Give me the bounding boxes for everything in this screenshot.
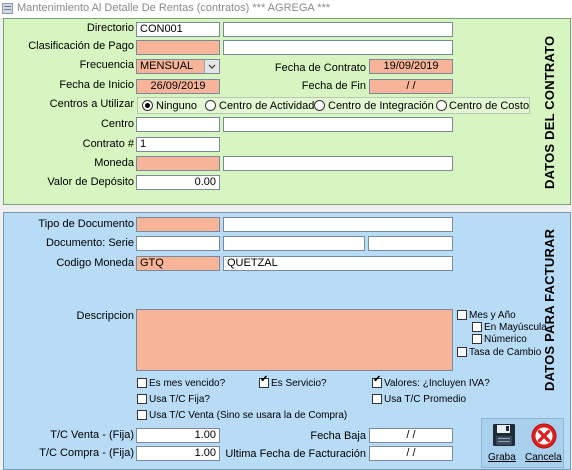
tc-venta-label: T/C Venta - (Fija) bbox=[50, 429, 134, 441]
tipo-documento-name-input[interactable] bbox=[223, 217, 453, 232]
es-servicio-checkbox[interactable]: ✔ bbox=[259, 374, 269, 388]
valor-deposito-label: Valor de Depósito bbox=[47, 176, 134, 188]
moneda-code-input[interactable] bbox=[136, 156, 220, 171]
en-mayuscula-label: En Mayúscula bbox=[484, 322, 547, 333]
valor-deposito-input[interactable]: 0.00 bbox=[136, 175, 220, 190]
cancela-label: Cancela bbox=[525, 452, 562, 463]
directorio-name-input[interactable] bbox=[223, 22, 453, 37]
centro-code-input[interactable] bbox=[136, 117, 220, 132]
contrato-section-title: DATOS DEL CONTRATO bbox=[542, 35, 557, 189]
moneda-nombre-input[interactable]: QUETZAL bbox=[223, 256, 453, 271]
tasa-cambio-checkbox[interactable] bbox=[457, 347, 467, 357]
fecha-baja-label: Fecha Baja bbox=[310, 430, 366, 442]
codigo-moneda-label: Codigo Moneda bbox=[56, 257, 134, 269]
fecha-fin-input[interactable]: / / bbox=[369, 79, 453, 94]
ultima-fecha-facturacion-input[interactable]: / / bbox=[369, 446, 453, 461]
clasificacion-label: Clasificación de Pago bbox=[28, 40, 134, 52]
tipo-documento-code-input[interactable] bbox=[136, 217, 220, 232]
window-title: Mantenimiento Al Detalle De Rentas (cont… bbox=[17, 2, 331, 14]
directorio-label: Directorio bbox=[86, 22, 134, 34]
contrato-num-input[interactable]: 1 bbox=[136, 137, 220, 152]
graba-label: Graba bbox=[488, 452, 516, 463]
descripcion-textarea[interactable] bbox=[136, 309, 453, 371]
fecha-inicio-label: Fecha de Inicio bbox=[59, 79, 134, 91]
centro-name-input[interactable] bbox=[223, 117, 453, 132]
codigo-moneda-input[interactable]: GTQ bbox=[136, 256, 220, 271]
es-servicio-label: Es Servicio? bbox=[271, 378, 327, 389]
ultima-fecha-facturacion-label: Ultima Fecha de Facturación bbox=[225, 448, 366, 460]
usa-tc-fija-checkbox[interactable] bbox=[137, 394, 147, 404]
clasificacion-name-input[interactable] bbox=[223, 40, 453, 55]
app-icon bbox=[2, 3, 13, 14]
clasificacion-code-input[interactable] bbox=[136, 40, 220, 55]
action-buttons: Graba Cancela bbox=[481, 418, 564, 468]
numerico-label: Númerico bbox=[484, 334, 527, 345]
cancel-x-icon bbox=[531, 423, 557, 449]
tipo-documento-label: Tipo de Documento bbox=[38, 218, 134, 230]
usa-tc-fija-label: Usa T/C Fija? bbox=[149, 394, 210, 405]
tc-compra-input[interactable]: 1.00 bbox=[136, 446, 220, 461]
tc-compra-label: T/C Compra - (Fija) bbox=[39, 447, 134, 459]
fecha-contrato-label: Fecha de Contrato bbox=[274, 62, 366, 74]
usa-tc-venta-label: Usa T/C Venta (Sino se usara la de Compr… bbox=[149, 410, 348, 421]
checkmark-icon: ✔ bbox=[260, 374, 269, 385]
tasa-cambio-label: Tasa de Cambio bbox=[469, 347, 542, 358]
radio-centro-costo-label[interactable]: Centro de Costo bbox=[449, 100, 529, 112]
frecuencia-select[interactable]: MENSUAL bbox=[136, 59, 220, 74]
radio-centro-integracion-label[interactable]: Centro de Integración bbox=[328, 100, 434, 112]
chevron-down-icon[interactable] bbox=[204, 60, 219, 73]
cancela-button[interactable]: Cancela bbox=[524, 421, 562, 465]
facturar-section-title: DATOS PARA FACTURAR bbox=[542, 228, 557, 391]
documento-numero-input[interactable] bbox=[368, 236, 453, 251]
directorio-code-input[interactable]: CON001 bbox=[136, 22, 220, 37]
contrato-panel: DATOS DEL CONTRATO Directorio CON001 Cla… bbox=[3, 18, 571, 205]
frecuencia-label: Frecuencia bbox=[79, 59, 134, 71]
frecuencia-value: MENSUAL bbox=[140, 60, 194, 72]
es-mes-vencido-checkbox[interactable] bbox=[137, 378, 147, 388]
valores-iva-label: Valores: ¿Incluyen IVA? bbox=[384, 378, 490, 389]
centro-label: Centro bbox=[100, 118, 134, 130]
radio-ninguno[interactable] bbox=[142, 100, 153, 111]
usa-tc-promedio-label: Usa T/C Promedio bbox=[384, 394, 467, 405]
fecha-fin-label: Fecha de Fin bbox=[301, 80, 366, 92]
mes-anio-checkbox[interactable] bbox=[457, 310, 467, 320]
fecha-inicio-input[interactable]: 26/09/2019 bbox=[136, 79, 220, 94]
documento-serie-input[interactable] bbox=[136, 236, 220, 251]
fecha-contrato-input[interactable]: 19/09/2019 bbox=[369, 59, 453, 74]
es-mes-vencido-label: Es mes vencido? bbox=[149, 378, 226, 389]
radio-centro-actividad[interactable] bbox=[205, 100, 216, 111]
usa-tc-venta-checkbox[interactable] bbox=[137, 410, 147, 420]
tc-venta-input[interactable]: 1.00 bbox=[136, 428, 220, 443]
centros-label: Centros a Utilizar bbox=[49, 98, 134, 110]
centros-radio-group: Ninguno Centro de Actividad Centro de In… bbox=[137, 97, 530, 114]
graba-button[interactable]: Graba bbox=[486, 421, 520, 465]
radio-centro-actividad-label[interactable]: Centro de Actividad bbox=[219, 100, 314, 112]
usa-tc-promedio-checkbox[interactable] bbox=[372, 394, 382, 404]
radio-ninguno-label[interactable]: Ninguno bbox=[156, 100, 197, 112]
moneda-label: Moneda bbox=[94, 157, 134, 169]
numerico-checkbox[interactable] bbox=[472, 334, 482, 344]
checkmark-icon: ✔ bbox=[373, 374, 382, 385]
descripcion-label: Descripcion bbox=[76, 310, 134, 322]
radio-centro-costo[interactable] bbox=[436, 100, 447, 111]
contrato-num-label: Contrato # bbox=[82, 138, 134, 150]
mes-anio-label: Mes y Año bbox=[469, 310, 516, 321]
title-bar: Mantenimiento Al Detalle De Rentas (cont… bbox=[0, 0, 572, 19]
moneda-name-input[interactable] bbox=[223, 156, 453, 171]
radio-centro-integracion[interactable] bbox=[314, 100, 325, 111]
fecha-baja-input[interactable]: / / bbox=[369, 428, 453, 443]
en-mayuscula-checkbox[interactable] bbox=[472, 322, 482, 332]
floppy-disk-icon bbox=[493, 424, 515, 446]
documento-serie-label: Documento: Serie bbox=[45, 237, 134, 249]
documento-serie-name-input[interactable] bbox=[223, 236, 365, 251]
valores-iva-checkbox[interactable]: ✔ bbox=[372, 374, 382, 388]
